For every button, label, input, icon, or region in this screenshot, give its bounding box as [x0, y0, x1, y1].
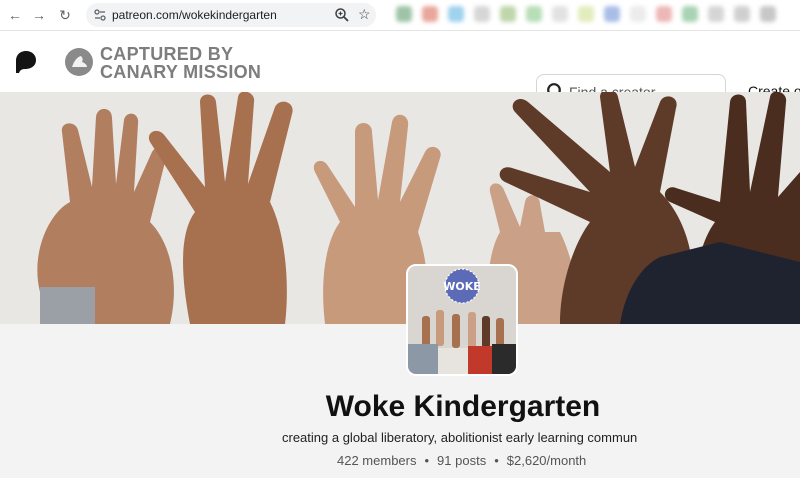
creator-tagline: creating a global liberatory, abolitioni… [282, 430, 638, 445]
extension-icon[interactable] [734, 6, 750, 22]
patreon-logo-icon[interactable] [12, 49, 38, 75]
separator-dot: • [424, 453, 430, 468]
cover-banner [0, 92, 800, 324]
member-count: 422 members [337, 453, 417, 468]
site-settings-icon[interactable] [94, 9, 106, 21]
browser-toolbar: ← → ↻ patreon.com/wokekindergarten ☆ [0, 0, 800, 31]
forward-arrow-icon[interactable]: → [30, 6, 48, 24]
canary-mission-logo-icon [65, 48, 93, 76]
extension-icon[interactable] [448, 6, 464, 22]
extension-icon[interactable] [500, 6, 516, 22]
monthly-income: $2,620/month [506, 453, 587, 468]
extension-icon[interactable] [422, 6, 438, 22]
extension-icon[interactable] [552, 6, 568, 22]
bookmark-star-icon[interactable]: ☆ [358, 6, 371, 23]
separator-dot: • [494, 453, 499, 468]
post-count: 91 posts [437, 453, 487, 468]
zoom-icon[interactable] [334, 7, 350, 23]
creator-stats: 422 members • 91 posts • $2,620/month [337, 453, 586, 468]
extension-icon[interactable] [760, 6, 776, 22]
reload-icon[interactable]: ↻ [56, 6, 74, 24]
extension-icon[interactable] [396, 6, 412, 22]
extension-icon[interactable] [708, 6, 724, 22]
extension-icon[interactable] [656, 6, 672, 22]
avatar-sign-text: WOKE [443, 280, 481, 293]
watermark-line: CAPTURED BY [100, 44, 234, 64]
extension-icon[interactable] [604, 6, 620, 22]
cover-photo-hands [0, 92, 800, 324]
back-arrow-icon[interactable]: ← [6, 6, 24, 24]
watermark-line: CANARY MISSION [100, 62, 262, 82]
extension-icon[interactable] [630, 6, 646, 22]
avatar-image: WOKE [408, 266, 516, 374]
creator-avatar[interactable]: WOKE [406, 264, 518, 376]
address-bar[interactable]: patreon.com/wokekindergarten ☆ [86, 3, 376, 27]
extension-icon[interactable] [474, 6, 490, 22]
extension-icon[interactable] [526, 6, 542, 22]
creator-name: Woke Kindergarten [325, 390, 601, 423]
url-text[interactable]: patreon.com/wokekindergarten [112, 8, 277, 22]
watermark-text: CAPTURED BY CANARY MISSION [100, 45, 261, 81]
extension-icon[interactable] [682, 6, 698, 22]
extension-icon[interactable] [578, 6, 594, 22]
